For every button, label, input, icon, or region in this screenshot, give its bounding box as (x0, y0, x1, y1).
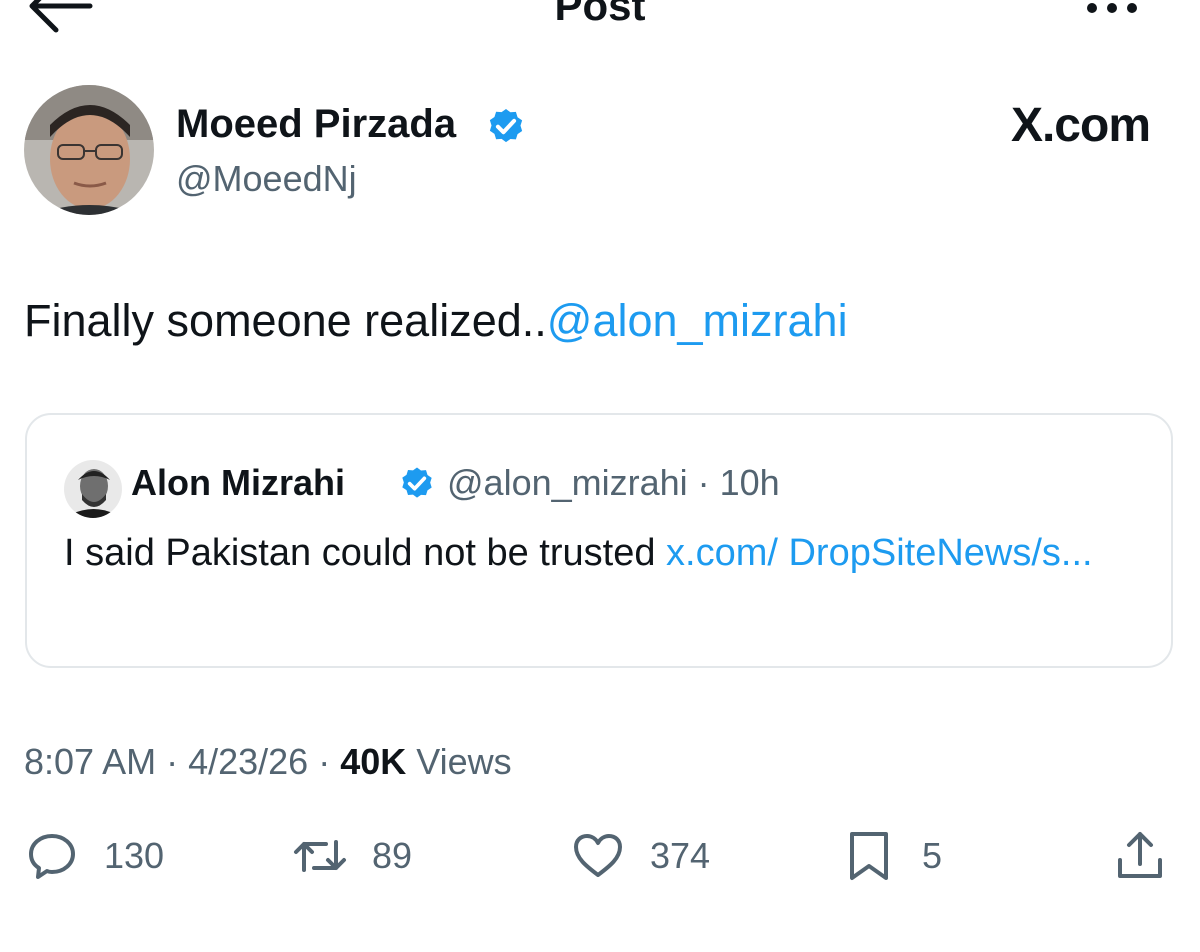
share-icon (1118, 832, 1162, 878)
more-horizontal-icon (1087, 3, 1137, 13)
quoted-post-card[interactable]: Alon Mizrahi @alon_mizrahi · 10h I said … (25, 413, 1173, 668)
heart-icon (574, 834, 622, 877)
author-name[interactable]: Moeed Pirzada (176, 100, 456, 148)
repost-icon (294, 840, 346, 872)
bookmark-button[interactable]: 5 (842, 828, 962, 884)
post-time-date[interactable]: 8:07 AM · 4/23/26 · (24, 741, 340, 782)
post-mention-link[interactable]: @alon_mizrahi (547, 295, 848, 346)
verified-badge-icon (397, 463, 437, 503)
quote-link[interactable]: x.com/ DropSiteNews/s... (666, 532, 1093, 574)
bookmark-icon (850, 832, 888, 880)
quote-author-avatar-image (64, 460, 122, 518)
share-button[interactable] (1112, 828, 1168, 884)
top-bar: Post (0, 0, 1200, 40)
repost-button[interactable]: 89 (292, 828, 432, 884)
post-timestamp: 8:07 AM · 4/23/26 · 40K Views (24, 738, 512, 786)
quote-author-name[interactable]: Alon Mizrahi (131, 461, 345, 505)
reply-count: 130 (104, 835, 165, 876)
page-title: Post (554, 0, 646, 29)
author-avatar[interactable] (24, 85, 154, 215)
brand-watermark: X.com (1010, 99, 1151, 152)
author-handle[interactable]: @MoeedNj (176, 156, 357, 202)
post-text-body: Finally someone realized.. (24, 295, 547, 346)
like-button[interactable]: 374 (570, 828, 730, 884)
repost-count: 89 (372, 835, 413, 876)
more-options-button[interactable] (1080, 0, 1144, 22)
like-count: 374 (650, 835, 711, 876)
quote-author-avatar[interactable] (64, 460, 122, 518)
quote-author-handle-time[interactable]: @alon_mizrahi · 10h (447, 461, 780, 505)
views-count: 40K (340, 741, 407, 782)
quote-text-body: I said Pakistan could not be trusted (64, 532, 667, 574)
post-text: Finally someone realized..@alon_mizrahi (24, 294, 848, 348)
verified-badge-icon (484, 104, 528, 148)
views-label: Views (406, 741, 512, 782)
author-avatar-image (24, 85, 154, 215)
quote-text: I said Pakistan could not be trusted x.c… (64, 527, 1144, 579)
bookmark-count: 5 (922, 835, 943, 876)
reply-icon (29, 834, 75, 879)
reply-button[interactable]: 130 (24, 828, 184, 884)
